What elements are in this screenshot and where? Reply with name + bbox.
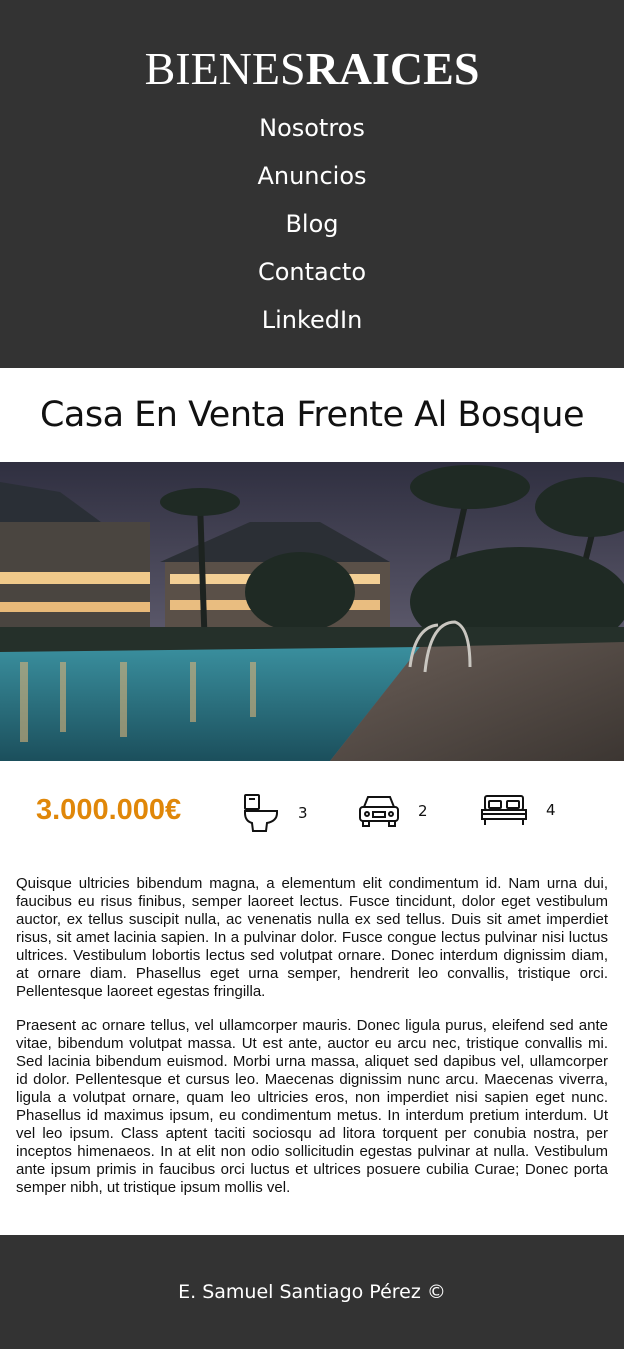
wc-count: 3 [298, 804, 308, 822]
description-paragraph-1: Quisque ultricies bibendum magna, a elem… [16, 875, 608, 1000]
nav-link-blog[interactable]: Blog [0, 200, 624, 248]
feature-parking: 2 [358, 793, 428, 829]
feature-bedrooms: 4 [480, 793, 556, 827]
title-section: Casa En Venta Frente Al Bosque [0, 368, 624, 462]
listing-photo [0, 462, 624, 761]
bedroom-count: 4 [546, 801, 556, 819]
listing-summary: 3.000.000€ 3 2 4 [0, 761, 624, 861]
resort-pool-image [0, 462, 624, 761]
listing-price: 3.000.000€ [36, 794, 182, 826]
bed-icon [481, 795, 527, 825]
site-header: BIENESRAICES Nosotros Anuncios Blog Cont… [0, 0, 624, 368]
description-paragraph-2: Praesent ac ornare tellus, vel ullamcorp… [16, 1017, 608, 1196]
nav-link-linkedin[interactable]: LinkedIn [0, 296, 624, 344]
site-logo[interactable]: BIENESRAICES [0, 44, 624, 94]
site-footer: E. Samuel Santiago Pérez © [0, 1235, 624, 1349]
nav-link-anuncios[interactable]: Anuncios [0, 152, 624, 200]
parking-count: 2 [418, 802, 428, 820]
logo-bold-text: RAICES [305, 43, 480, 94]
footer-copyright: E. Samuel Santiago Pérez © [178, 1281, 446, 1303]
nav-link-contacto[interactable]: Contacto [0, 248, 624, 296]
listing-title: Casa En Venta Frente Al Bosque [39, 395, 585, 435]
car-icon [359, 796, 399, 827]
nav-link-nosotros[interactable]: Nosotros [0, 104, 624, 152]
logo-light-text: BIENES [144, 43, 306, 94]
listing-description: Quisque ultricies bibendum magna, a elem… [0, 861, 624, 1197]
toilet-icon [244, 794, 278, 832]
feature-wc: 3 [242, 793, 308, 833]
listing-main: Casa En Venta Frente Al Bosque 3.000.000… [0, 368, 624, 1197]
main-nav: Nosotros Anuncios Blog Contacto LinkedIn [0, 104, 624, 344]
